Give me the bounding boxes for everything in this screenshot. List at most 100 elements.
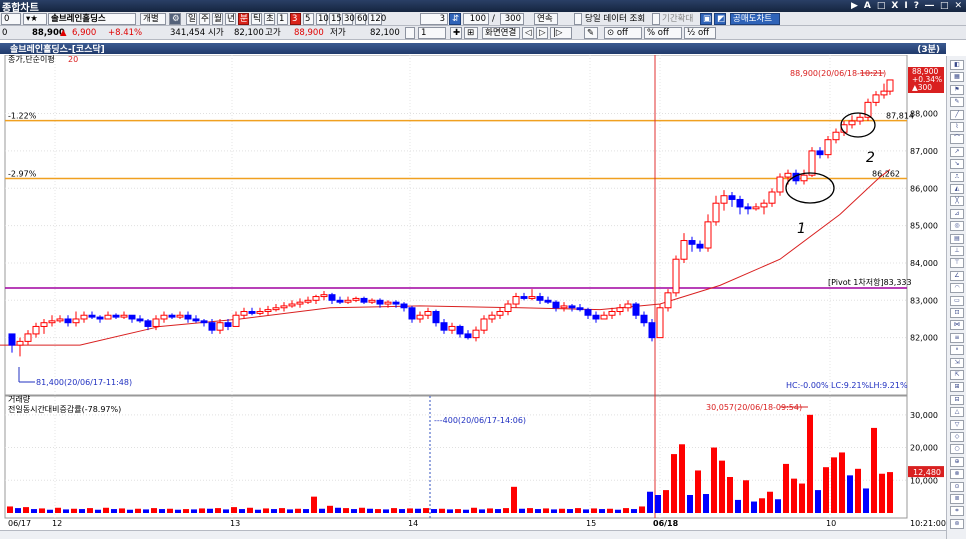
today-data-checkbox[interactable] <box>574 13 582 25</box>
prev-icon[interactable]: ◁ <box>522 27 534 39</box>
drawing-tool-icon-4[interactable]: ╱ <box>950 109 964 120</box>
toggle-off-3[interactable]: ½ off <box>684 27 716 39</box>
drawing-tool-icon-10[interactable]: ◭ <box>950 184 964 194</box>
play-icon[interactable]: ▶ <box>851 0 858 12</box>
stock-name-field[interactable]: 솔브레인홀딩스 <box>48 13 136 25</box>
drawing-tool-icon-7[interactable]: ↗ <box>950 146 964 157</box>
candle-down <box>360 297 368 303</box>
drawing-tool-icon-17[interactable]: ∠ <box>950 270 964 281</box>
toggle-off-1[interactable]: ⊙ off <box>604 27 642 39</box>
crosshair-icon[interactable]: ✚ <box>450 27 462 39</box>
settings-gear-icon[interactable]: ⚙ <box>169 13 181 25</box>
font-icon[interactable]: A <box>864 0 871 12</box>
drawing-tool-icon-1[interactable]: ▦ <box>950 72 964 83</box>
count-input[interactable]: 100 <box>463 13 489 25</box>
minimize-icon[interactable]: ― <box>925 0 934 12</box>
continuous-button[interactable]: 연속 <box>534 13 558 25</box>
period-expand-checkbox[interactable] <box>652 13 660 25</box>
drawing-tool-icon-34[interactable]: ⊙ <box>950 481 964 492</box>
drawing-tool-icon-24[interactable]: ⇲ <box>950 357 964 368</box>
drawing-tool-icon-35[interactable]: ≣ <box>950 494 964 504</box>
drawing-tool-icon-16[interactable]: ⊤ <box>950 258 964 269</box>
drawing-tool-icon-9[interactable]: ⎍ <box>950 171 964 182</box>
drawing-tool-icon-15[interactable]: ⊥ <box>950 246 964 256</box>
spin-input[interactable]: 1 <box>418 27 446 39</box>
draw-icon[interactable]: ✎ <box>584 27 598 39</box>
drawing-tool-icon-33[interactable]: ⊗ <box>950 469 964 480</box>
count-total-field[interactable]: 300 <box>500 13 524 25</box>
drawing-tool-icon-5[interactable]: ⌇ <box>950 122 964 132</box>
drawing-tool-icon-6[interactable]: ⌒ <box>950 134 964 145</box>
period-button-9[interactable]: 5 <box>303 13 314 25</box>
volume-bar <box>471 507 477 513</box>
print-icon[interactable]: Ⅰ <box>904 0 907 12</box>
toggle-off-2-label: off <box>657 28 669 38</box>
next-icon[interactable]: ▷ <box>536 27 548 39</box>
period-button-12[interactable]: 30 <box>342 13 355 25</box>
drawing-tool-icon-20[interactable]: ⊡ <box>950 308 964 318</box>
drawing-tool-icon-13[interactable]: ◎ <box>950 221 964 232</box>
period-button-4[interactable]: 분 <box>238 13 249 25</box>
drawing-tool-icon-37[interactable]: ⊚ <box>950 518 964 529</box>
period-button-11[interactable]: 15 <box>329 13 342 25</box>
individual-button[interactable]: 개별 <box>140 13 166 25</box>
drawing-tool-icon-30[interactable]: ◇ <box>950 432 964 442</box>
period-button-2[interactable]: 월 <box>212 13 223 25</box>
volume-bar <box>799 483 805 513</box>
maximize-icon[interactable]: □ <box>940 0 949 12</box>
layout-icon[interactable]: □ <box>877 0 886 12</box>
help-icon[interactable]: ? <box>914 0 919 12</box>
drawing-tool-icon-14[interactable]: ▤ <box>950 233 964 244</box>
period-button-13[interactable]: 60 <box>355 13 368 25</box>
drawing-tool-icon-3[interactable]: ✎ <box>950 97 964 108</box>
period-button-10[interactable]: 10 <box>316 13 329 25</box>
save-icon[interactable]: ▣ <box>700 13 712 25</box>
period-button-7[interactable]: 1 <box>277 13 288 25</box>
interval-spinner-icon[interactable]: ⇵ <box>449 13 461 25</box>
drawing-tool-icon-12[interactable]: ⊿ <box>950 208 964 219</box>
drawing-tool-icon-2[interactable]: ⚑ <box>950 84 964 95</box>
option-checkbox[interactable] <box>405 27 415 39</box>
chart-icon[interactable]: ◩ <box>714 13 726 25</box>
close-icon[interactable]: ✕ <box>954 0 962 12</box>
drawing-tool-icon-21[interactable]: ⋈ <box>950 320 964 331</box>
volume-value: 341,454 <box>170 28 206 38</box>
price-volume-chart[interactable]: 88,000 87,000 86,000 85,000 84,000 83,000 82,0… <box>0 55 946 531</box>
stock-search-button[interactable]: ▾★ <box>23 13 47 25</box>
period-button-5[interactable]: 틱 <box>251 13 262 25</box>
screen-link-button[interactable]: 화면연결 <box>482 27 520 39</box>
drawing-tool-icon-11[interactable]: ╳ <box>950 196 964 207</box>
drawing-tool-icon-22[interactable]: ≡ <box>950 332 964 343</box>
short-selling-chart-button[interactable]: 공매도차트 <box>730 13 780 25</box>
candle-up <box>304 299 312 303</box>
drawing-tool-icon-31[interactable]: ○ <box>950 444 964 455</box>
period-button-14[interactable]: 120 <box>368 13 386 25</box>
horizontal-scrollbar[interactable] <box>0 530 946 539</box>
period-button-0[interactable]: 일 <box>186 13 197 25</box>
stock-code-input[interactable]: 0 <box>1 13 21 25</box>
volume-bar <box>159 509 165 513</box>
drawing-tool-icon-19[interactable]: ▭ <box>950 295 964 306</box>
drawing-tool-icon-26[interactable]: ⊞ <box>950 382 964 393</box>
period-button-8[interactable]: 3 <box>290 13 301 25</box>
last-icon[interactable]: |▷ <box>550 27 572 39</box>
drawing-tool-icon-25[interactable]: ⇱ <box>950 370 964 380</box>
drawing-tool-icon-27[interactable]: ⊟ <box>950 394 964 405</box>
volume-bar <box>455 509 461 513</box>
drawing-tool-icon-36[interactable]: ⌗ <box>950 506 964 517</box>
drawing-tool-icon-28[interactable]: △ <box>950 407 964 418</box>
drawing-tool-icon-0[interactable]: ◧ <box>950 60 964 70</box>
fit-icon[interactable]: ⊞ <box>464 27 478 39</box>
pin-icon[interactable]: Ⅹ <box>891 0 898 12</box>
toggle-off-2[interactable]: % off <box>644 27 682 39</box>
candle-up <box>720 195 728 204</box>
interval-input[interactable]: 3 <box>420 13 448 25</box>
period-button-3[interactable]: 년 <box>225 13 236 25</box>
drawing-tool-icon-32[interactable]: ⊕ <box>950 456 964 467</box>
drawing-tool-icon-8[interactable]: ↘ <box>950 159 964 170</box>
drawing-tool-icon-18[interactable]: ◠ <box>950 283 964 294</box>
period-button-6[interactable]: 초 <box>264 13 275 25</box>
drawing-tool-icon-29[interactable]: ▽ <box>950 419 964 430</box>
drawing-tool-icon-23[interactable]: ⚬ <box>950 345 964 356</box>
period-button-1[interactable]: 주 <box>199 13 210 25</box>
